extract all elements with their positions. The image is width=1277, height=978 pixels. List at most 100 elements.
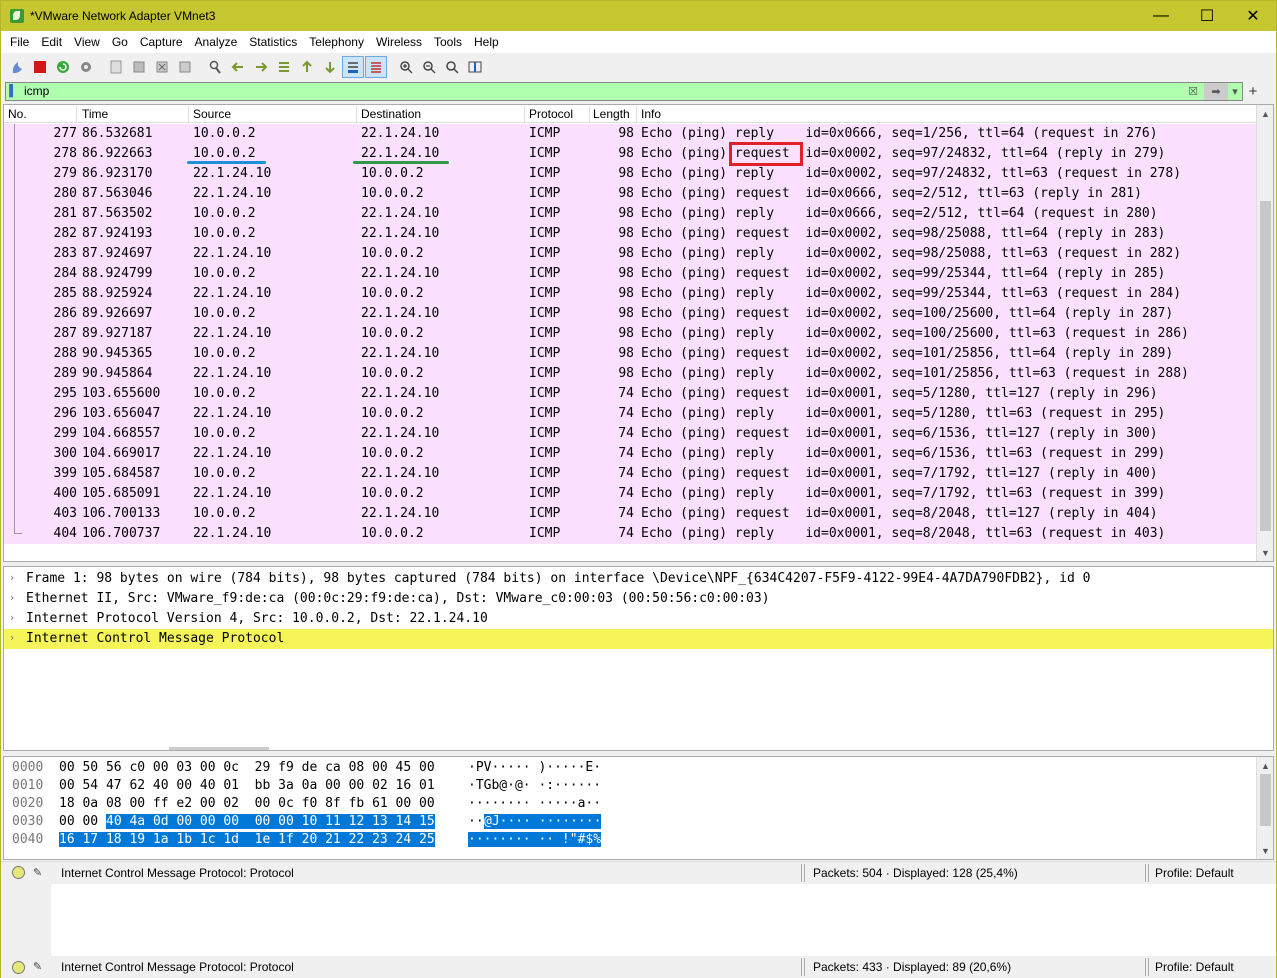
detail-ethernet[interactable]: › Ethernet II, Src: VMware_f9:de:ca (00:0… bbox=[4, 589, 1273, 609]
packet-time: 87.563502 bbox=[82, 206, 153, 221]
close-button[interactable]: ✕ bbox=[1230, 1, 1276, 31]
menu-wireless[interactable]: Wireless bbox=[370, 35, 428, 49]
packet-row[interactable]: 289 90.945864 22.1.24.10 10.0.0.2 ICMP 98 Echo… bbox=[4, 364, 1257, 384]
column-length[interactable]: Length bbox=[593, 107, 630, 121]
menu-file[interactable]: File bbox=[4, 35, 35, 49]
reload-file-icon[interactable] bbox=[174, 56, 196, 78]
scroll-down-icon[interactable]: ▼ bbox=[1257, 544, 1273, 561]
start-capture-icon[interactable] bbox=[6, 56, 28, 78]
open-file-icon[interactable] bbox=[105, 56, 127, 78]
packet-source: 10.0.0.2 bbox=[193, 506, 256, 521]
menu-edit[interactable]: Edit bbox=[35, 35, 68, 49]
scrollbar-thumb[interactable] bbox=[1260, 774, 1271, 826]
apply-filter-icon[interactable]: ➡ bbox=[1204, 82, 1228, 100]
zoom-out-icon[interactable] bbox=[418, 56, 440, 78]
minimize-button[interactable]: — bbox=[1138, 1, 1184, 31]
column-destination[interactable]: Destination bbox=[361, 107, 421, 121]
packet-row[interactable]: 282 87.924193 10.0.0.2 22.1.24.10 ICMP 98 Echo… bbox=[4, 224, 1257, 244]
display-filter-input[interactable] bbox=[20, 82, 1184, 100]
go-back-icon[interactable] bbox=[227, 56, 249, 78]
save-file-icon[interactable] bbox=[128, 56, 150, 78]
packet-info: Echo (ping) reply id=0x0002, seq=100/256… bbox=[641, 326, 1189, 341]
zoom-reset-icon[interactable] bbox=[441, 56, 463, 78]
packet-row[interactable]: 296 103.656047 22.1.24.10 10.0.0.2 ICMP 74 Ech… bbox=[4, 404, 1257, 424]
detail-icmp[interactable]: › Internet Control Message Protocol bbox=[4, 629, 1273, 649]
packet-row[interactable]: 285 88.925924 22.1.24.10 10.0.0.2 ICMP 98 Echo… bbox=[4, 284, 1257, 304]
packet-row[interactable]: 277 86.532681 10.0.0.2 22.1.24.10 ICMP 98 Echo… bbox=[4, 124, 1257, 144]
column-no[interactable]: No. bbox=[8, 107, 27, 121]
stop-capture-icon[interactable] bbox=[29, 56, 51, 78]
column-info[interactable]: Info bbox=[641, 107, 661, 121]
conversation-tree-line bbox=[14, 364, 22, 384]
packet-row[interactable]: 399 105.684587 10.0.0.2 22.1.24.10 ICMP 74 Ech… bbox=[4, 464, 1257, 484]
detail-frame[interactable]: › Frame 1: 98 bytes on wire (784 bits), 9… bbox=[4, 569, 1273, 589]
packet-row[interactable]: 281 87.563502 10.0.0.2 22.1.24.10 ICMP 98 Echo… bbox=[4, 204, 1257, 224]
status-profile[interactable]: Profile: Default bbox=[1149, 866, 1234, 880]
packet-row[interactable]: 300 104.669017 22.1.24.10 10.0.0.2 ICMP 74 Ech… bbox=[4, 444, 1257, 464]
expand-arrow-icon[interactable]: › bbox=[10, 571, 14, 584]
menu-analyze[interactable]: Analyze bbox=[189, 35, 244, 49]
scrollbar-thumb[interactable] bbox=[1260, 201, 1271, 531]
packet-source: 10.0.0.2 bbox=[193, 346, 256, 361]
packet-protocol: ICMP bbox=[529, 126, 561, 141]
capture-comment-icon[interactable]: ✎ bbox=[33, 960, 49, 974]
expert-info-icon[interactable] bbox=[12, 866, 25, 879]
restart-capture-icon[interactable] bbox=[52, 56, 74, 78]
expert-info-icon[interactable] bbox=[12, 960, 25, 974]
zoom-in-icon[interactable] bbox=[395, 56, 417, 78]
maximize-button[interactable]: ☐ bbox=[1184, 1, 1230, 31]
expand-arrow-icon[interactable]: › bbox=[10, 611, 14, 624]
packet-row[interactable]: 286 89.926697 10.0.0.2 22.1.24.10 ICMP 98 Echo… bbox=[4, 304, 1257, 324]
menu-statistics[interactable]: Statistics bbox=[243, 35, 303, 49]
menu-help[interactable]: Help bbox=[468, 35, 505, 49]
source-underline-annotation bbox=[187, 161, 266, 164]
status-profile[interactable]: Profile: Default bbox=[1149, 960, 1234, 974]
column-source[interactable]: Source bbox=[193, 107, 231, 121]
expand-arrow-icon[interactable]: › bbox=[10, 591, 14, 604]
first-packet-icon[interactable] bbox=[296, 56, 318, 78]
packet-list-scrollbar[interactable]: ▲ ▼ bbox=[1256, 105, 1273, 561]
expand-arrow-icon[interactable]: › bbox=[10, 631, 14, 644]
go-forward-icon[interactable] bbox=[250, 56, 272, 78]
packet-row[interactable]: 403 106.700133 10.0.0.2 22.1.24.10 ICMP 74 Ech… bbox=[4, 504, 1257, 524]
go-to-packet-icon[interactable] bbox=[273, 56, 295, 78]
column-time[interactable]: Time bbox=[82, 107, 108, 121]
detail-ipv4[interactable]: › Internet Protocol Version 4, Src: 10.0.… bbox=[4, 609, 1273, 629]
menu-go[interactable]: Go bbox=[106, 35, 134, 49]
packet-source: 10.0.0.2 bbox=[193, 266, 256, 281]
packet-row[interactable]: 283 87.924697 22.1.24.10 10.0.0.2 ICMP 98 Echo… bbox=[4, 244, 1257, 264]
find-packet-icon[interactable] bbox=[204, 56, 226, 78]
capture-options-icon[interactable] bbox=[75, 56, 97, 78]
menu-telephony[interactable]: Telephony bbox=[303, 35, 370, 49]
autoscroll-icon[interactable] bbox=[342, 55, 364, 78]
packet-source: 10.0.0.2 bbox=[193, 146, 256, 161]
clear-filter-icon[interactable]: ☒ bbox=[1184, 83, 1202, 100]
packet-row[interactable]: 280 87.563046 22.1.24.10 10.0.0.2 ICMP 98 Echo… bbox=[4, 184, 1257, 204]
menu-tools[interactable]: Tools bbox=[428, 35, 468, 49]
packet-row[interactable]: 279 86.923170 22.1.24.10 10.0.0.2 ICMP 98 Echo… bbox=[4, 164, 1257, 184]
colorize-icon[interactable] bbox=[365, 55, 387, 78]
packet-row[interactable]: 287 89.927187 22.1.24.10 10.0.0.2 ICMP 98 Echo… bbox=[4, 324, 1257, 344]
filter-bookmark-icon[interactable]: ▌ bbox=[6, 83, 20, 100]
scroll-down-icon[interactable]: ▼ bbox=[1257, 842, 1274, 859]
scroll-up-icon[interactable]: ▲ bbox=[1257, 105, 1273, 122]
menu-capture[interactable]: Capture bbox=[134, 35, 189, 49]
packet-row[interactable]: 299 104.668557 10.0.0.2 22.1.24.10 ICMP 74 Ech… bbox=[4, 424, 1257, 444]
menu-view[interactable]: View bbox=[68, 35, 106, 49]
packet-row[interactable]: 288 90.945365 10.0.0.2 22.1.24.10 ICMP 98 Echo… bbox=[4, 344, 1257, 364]
packet-row[interactable]: 284 88.924799 10.0.0.2 22.1.24.10 ICMP 98 Echo… bbox=[4, 264, 1257, 284]
filter-history-dropdown-icon[interactable]: ▾ bbox=[1228, 83, 1242, 100]
close-file-icon[interactable] bbox=[151, 56, 173, 78]
add-filter-button-icon[interactable]: + bbox=[1243, 83, 1263, 100]
scroll-up-icon[interactable]: ▲ bbox=[1257, 757, 1274, 774]
resize-columns-icon[interactable] bbox=[464, 56, 486, 78]
main-toolbar bbox=[1, 54, 1276, 79]
last-packet-icon[interactable] bbox=[319, 56, 341, 78]
column-protocol[interactable]: Protocol bbox=[529, 107, 573, 121]
packet-row[interactable]: 404 106.700737 22.1.24.10 10.0.0.2 ICMP 74 Ech… bbox=[4, 524, 1257, 544]
details-hscroll-thumb[interactable] bbox=[169, 747, 269, 750]
capture-comment-icon[interactable]: ✎ bbox=[33, 866, 49, 880]
packet-row[interactable]: 400 105.685091 22.1.24.10 10.0.0.2 ICMP 74 Ech… bbox=[4, 484, 1257, 504]
packet-row[interactable]: 295 103.655600 10.0.0.2 22.1.24.10 ICMP 74 Ech… bbox=[4, 384, 1257, 404]
bytes-scrollbar[interactable]: ▲ ▼ bbox=[1256, 757, 1273, 859]
